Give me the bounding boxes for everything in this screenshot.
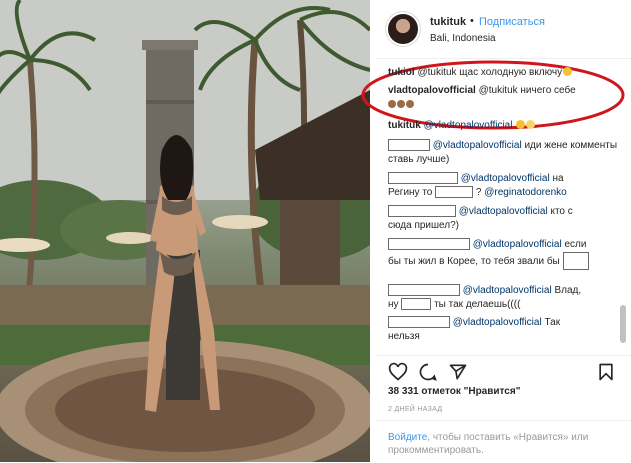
login-link[interactable]: Войдите (388, 432, 427, 443)
smile-emoji-icon (563, 67, 573, 76)
redacted-username-box (388, 238, 470, 250)
smile-emoji-icon (516, 120, 526, 129)
redacted-username-box (388, 172, 458, 184)
separator-dot: • (470, 15, 474, 27)
login-prompt: Войдите, чтобы поставить «Нравится» или … (376, 420, 631, 463)
comment-mention[interactable]: @vladtopalovofficial (463, 285, 552, 296)
comment-username[interactable]: tukiol (388, 67, 415, 78)
comment-text: ты так делаешь(((( (434, 299, 521, 310)
post-sidebar: tukituk • Подписаться Bali, Indonesia tu… (376, 0, 631, 462)
comment-text: нельзя (388, 331, 420, 342)
instagram-post: tukituk • Подписаться Bali, Indonesia tu… (0, 0, 631, 462)
redacted-box (401, 298, 432, 310)
username-link[interactable]: tukituk (430, 16, 466, 28)
comment-text: @tukituk ничего себе (478, 85, 576, 96)
monkey-emoji-icon (388, 100, 396, 108)
likes-count[interactable]: 38 331 отметок "Нравится" (388, 386, 520, 397)
monkey-emoji-icon (406, 100, 414, 108)
monkey-emoji-icon (397, 100, 405, 108)
redacted-username-box (388, 139, 430, 151)
comment-mention[interactable]: @vladtopalovofficial (473, 239, 562, 250)
action-bar (376, 355, 631, 386)
comment-username[interactable]: tukituk (388, 120, 421, 131)
comment-item: @vladtopalovofficial Так нельзя (388, 316, 618, 344)
location-link[interactable]: Bali, Indonesia (430, 33, 496, 44)
comments-scrollbar[interactable] (620, 305, 626, 343)
comment-item: @vladtopalovofficial кто с сюда пришел?) (388, 205, 618, 233)
comment-mention[interactable]: @vladtopalovofficial (459, 206, 548, 217)
login-prompt-text: Войдите, чтобы поставить «Нравится» или … (388, 431, 618, 457)
comment-mention[interactable]: @vladtopalovofficial (424, 120, 513, 131)
comment-item: tukituk @vladtopalovofficial (388, 119, 536, 133)
comment-icon[interactable] (418, 362, 438, 382)
photo-illustration (0, 0, 370, 462)
share-icon[interactable] (448, 362, 468, 382)
comment-item: @vladtopalovofficial на Регину то ? @reg… (388, 172, 618, 200)
redacted-box (435, 186, 474, 198)
bookmark-icon[interactable] (596, 362, 616, 382)
post-photo[interactable] (0, 0, 370, 462)
comment-item: vladtopalovofficial @tukituk ничего себе (388, 84, 618, 112)
comment-item: @vladtopalovofficial иди жене комменты с… (388, 139, 618, 167)
comment-text: если (564, 239, 587, 250)
comment-text: Регину то (388, 187, 433, 198)
redacted-username-box (388, 205, 456, 217)
comment-mention[interactable]: @vladtopalovofficial (453, 317, 542, 328)
comment-text: ? (475, 187, 482, 198)
comment-mention[interactable]: @vladtopalovofficial (461, 173, 550, 184)
heart-icon[interactable] (388, 362, 408, 382)
comment-text: ну (388, 299, 399, 310)
comment-item: tukiol @tukituk щас холодную включу (388, 66, 573, 80)
redacted-username-box (388, 316, 450, 328)
redacted-username-box (388, 284, 460, 296)
comment-text: кто с (550, 206, 573, 217)
post-date: 2 ДНЕЙ НАЗАД (388, 406, 443, 413)
post-header: tukituk • Подписаться Bali, Indonesia (376, 0, 631, 59)
comment-text: @tukituk щас холодную включу (417, 67, 563, 78)
comment-mention[interactable]: @vladtopalovofficial (433, 140, 522, 151)
comment-item: @vladtopalovofficial если бы ты жил в Ко… (388, 238, 618, 270)
avatar[interactable] (388, 14, 418, 44)
comment-mention[interactable]: @reginatodorenko (484, 187, 566, 198)
comment-text: на (552, 173, 564, 184)
comment-text: Так (544, 317, 561, 328)
smile-emoji-icon (526, 120, 536, 129)
comment-item: @vladtopalovofficial Влад, ну ты так дел… (388, 284, 618, 312)
comment-text: Влад, (554, 285, 582, 296)
comments-list[interactable]: tukiol @tukituk щас холодную включу vlad… (376, 60, 631, 355)
comment-text: бы ты жил в Корее, то тебя звали бы (388, 256, 560, 267)
comment-username[interactable]: vladtopalovofficial (388, 85, 476, 96)
comment-text: сюда пришел?) (388, 220, 459, 231)
follow-button[interactable]: Подписаться (479, 16, 545, 28)
redacted-box (562, 252, 589, 270)
